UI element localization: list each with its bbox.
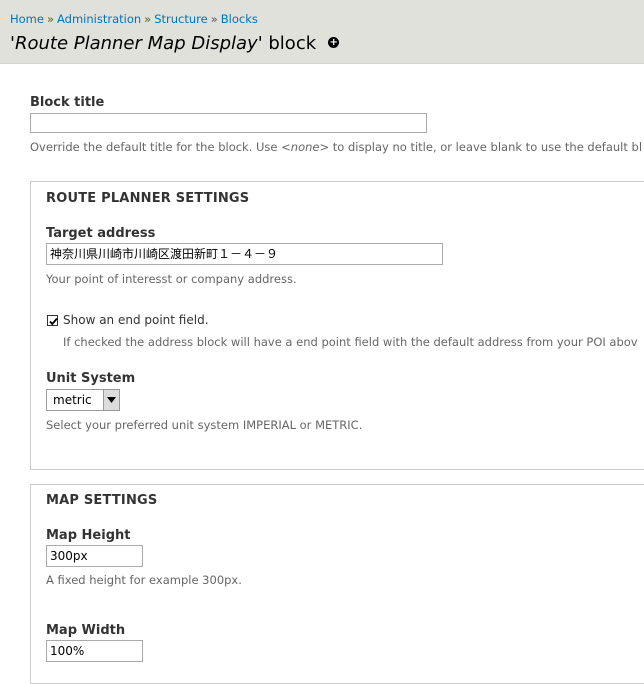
breadcrumb-blocks[interactable]: Blocks: [221, 12, 258, 26]
select-dropdown-button[interactable]: [103, 390, 119, 410]
map-settings-legend: MAP SETTINGS: [46, 493, 158, 508]
target-address-input[interactable]: 神奈川県川崎市川崎区渡田新町１－４－９: [46, 243, 443, 265]
breadcrumb-structure[interactable]: Structure: [154, 12, 208, 26]
map-height-description: A fixed height for example 300px.: [46, 573, 242, 587]
page-title-suffix: block: [262, 33, 317, 54]
block-title-description-none: <none>: [281, 140, 330, 154]
add-shortcut-icon[interactable]: +: [328, 36, 340, 48]
breadcrumb: Home» Administration» Structure» Blocks: [10, 12, 258, 26]
end-point-checkbox[interactable]: [47, 315, 58, 326]
unit-system-description: Select your preferred unit system IMPERI…: [46, 418, 363, 432]
end-point-label[interactable]: Show an end point field.: [63, 313, 209, 327]
target-address-label: Target address: [46, 226, 156, 241]
block-title-description-before: Override the default title for the block…: [30, 140, 282, 154]
route-planner-settings-legend: ROUTE PLANNER SETTINGS: [46, 191, 250, 206]
chevron-down-icon: [107, 397, 116, 403]
checkmark-icon: [49, 317, 58, 326]
target-address-description: Your point of interesst or company addre…: [46, 272, 297, 286]
map-width-label: Map Width: [46, 623, 126, 638]
unit-system-selected-value: metric: [53, 393, 92, 407]
map-height-input[interactable]: 300px: [46, 545, 143, 567]
map-width-input[interactable]: 100%: [46, 640, 143, 662]
page-title: 'Route Planner Map Display' block +: [10, 33, 340, 54]
page-header: Home» Administration» Structure» Blocks 'Ro…: [0, 0, 644, 64]
breadcrumb-separator: »: [46, 12, 55, 26]
breadcrumb-home[interactable]: Home: [10, 12, 44, 26]
page-title-block-name: Route Planner Map Display: [14, 33, 258, 54]
breadcrumb-separator: »: [210, 12, 218, 26]
block-title-description-after: to display no title, or leave blank to u…: [329, 140, 643, 154]
block-title-input[interactable]: [30, 113, 427, 133]
map-height-label: Map Height: [46, 528, 131, 543]
unit-system-select[interactable]: metric: [46, 389, 120, 411]
unit-system-label: Unit System: [46, 371, 136, 386]
breadcrumb-separator: »: [144, 12, 152, 26]
breadcrumb-administration[interactable]: Administration: [57, 12, 141, 26]
block-title-label: Block title: [30, 95, 105, 110]
block-title-description: Override the default title for the block…: [30, 140, 642, 154]
end-point-description: If checked the address block will have a…: [63, 335, 638, 349]
